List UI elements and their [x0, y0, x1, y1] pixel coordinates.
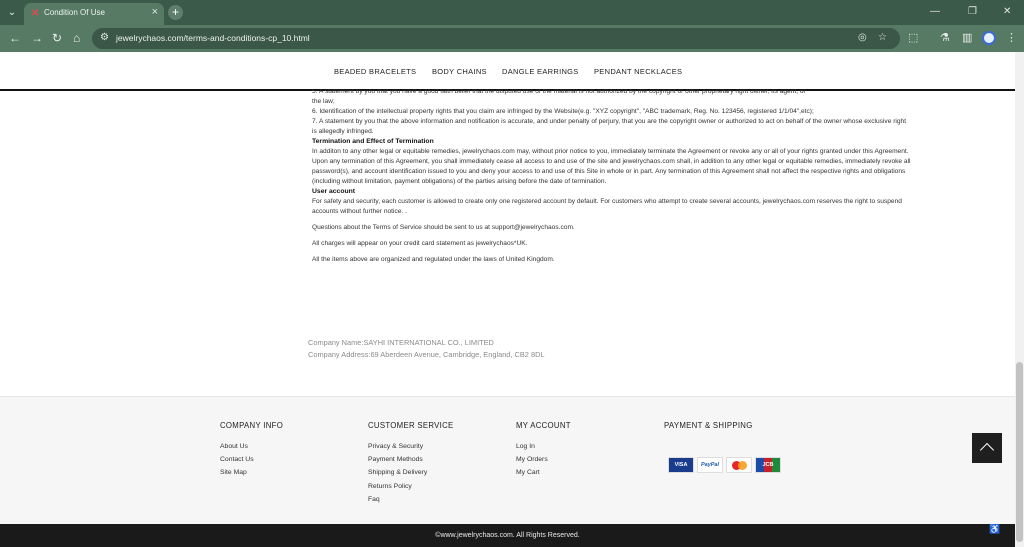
scrollbar-thumb[interactable]	[1016, 362, 1023, 542]
statement-line-end: the law;	[312, 98, 335, 105]
company-address: Company Address:69 Aberdeen Avenue, Camb…	[308, 350, 545, 359]
jcb-card-icon: JCB	[755, 457, 781, 473]
copyright-bar: ©www.jewelrychaos.com. All Rights Reserv…	[0, 524, 1015, 547]
nav-beaded-bracelets[interactable]: BEADED BRACELETS	[334, 67, 416, 76]
address-toolbar: ← → ↻ ⌂ ⚙ jewelrychaos.com/terms-and-con…	[0, 25, 1024, 52]
url-omnibox[interactable]: ⚙ jewelrychaos.com/terms-and-conditions-…	[92, 28, 900, 49]
terms-content: 5. A statement by you that you have a go…	[312, 89, 912, 265]
url-text[interactable]: jewelrychaos.com/terms-and-conditions-cp…	[116, 33, 310, 43]
page-viewport: BEADED BRACELETS BODY CHAINS DANGLE EARR…	[0, 52, 1015, 547]
questions-text: Questions about the Terms of Service sho…	[312, 224, 575, 231]
company-info-block: Company Name:SAYHI INTERNATIONAL CO., LI…	[308, 337, 545, 361]
visa-card-icon: VISA	[668, 457, 694, 473]
nav-pendant-necklaces[interactable]: PENDANT NECKLACES	[594, 67, 682, 76]
footer-link-privacy[interactable]: Privacy & Security	[368, 440, 454, 453]
user-account-body: For safety and security, each customer i…	[312, 198, 902, 215]
labs-icon[interactable]: ⚗	[940, 31, 950, 44]
terms-item-7: 7. A statement by you that the above inf…	[312, 118, 907, 135]
law-text: All the items above are organized and re…	[312, 256, 555, 263]
footer-link-faq[interactable]: Faq	[368, 493, 454, 506]
footer-link-my-cart[interactable]: My Cart	[516, 466, 571, 479]
eye-off-icon[interactable]: ◎	[858, 32, 867, 43]
home-icon[interactable]: ⌂	[73, 31, 80, 45]
footer-link-my-orders[interactable]: My Orders	[516, 453, 571, 466]
minimize-icon[interactable]: —	[930, 6, 940, 17]
new-tab-plus-icon[interactable]: +	[168, 5, 183, 20]
chevron-up-icon	[979, 442, 995, 458]
termination-body: In additon to any other legal or equitab…	[312, 148, 911, 185]
nav-dangle-earrings[interactable]: DANGLE EARRINGS	[502, 67, 579, 76]
paypal-card-icon: PayPal	[697, 457, 723, 473]
nav-body-chains[interactable]: BODY CHAINS	[432, 67, 487, 76]
termination-heading: Termination and Effect of Termination	[312, 138, 434, 145]
clipped-statement-line: 5. A statement by you that you have a go…	[312, 89, 806, 95]
tab-title: Condition Of Use	[44, 8, 105, 17]
footer-heading: MY ACCOUNT	[516, 421, 571, 430]
footer-heading: COMPANY INFO	[220, 421, 284, 430]
page-scrollbar[interactable]	[1015, 52, 1024, 547]
charges-text: All charges will appear on your credit c…	[312, 240, 528, 247]
close-window-icon[interactable]: ✕	[1003, 6, 1011, 17]
footer-link-about-us[interactable]: About Us	[220, 440, 283, 453]
site-navigation: BEADED BRACELETS BODY CHAINS DANGLE EARR…	[0, 52, 1015, 90]
footer-link-log-in[interactable]: Log In	[516, 440, 571, 453]
browser-tab[interactable]: ✕ Condition Of Use ×	[24, 3, 164, 25]
favicon-icon: ✕	[31, 8, 40, 19]
back-to-top-button[interactable]	[972, 433, 1002, 463]
footer-link-payment-methods[interactable]: Payment Methods	[368, 453, 454, 466]
tab-search-menu-icon[interactable]: ⌄	[3, 4, 21, 21]
site-footer: COMPANY INFO About Us Contact Us Site Ma…	[0, 396, 1015, 524]
footer-link-shipping[interactable]: Shipping & Delivery	[368, 466, 454, 479]
footer-link-contact-us[interactable]: Contact Us	[220, 453, 283, 466]
reload-icon[interactable]: ↻	[52, 31, 62, 45]
footer-heading: PAYMENT & SHIPPING	[664, 421, 753, 430]
forward-icon[interactable]: →	[31, 31, 43, 45]
mastercard-card-icon	[726, 457, 752, 473]
payment-cards: VISA PayPal JCB	[664, 457, 794, 475]
footer-my-account: MY ACCOUNT Log In My Orders My Cart	[516, 421, 571, 480]
site-settings-icon[interactable]: ⚙	[100, 32, 109, 43]
footer-link-returns[interactable]: Returns Policy	[368, 480, 454, 493]
browser-tab-bar: ⌄ ✕ Condition Of Use × + — ❐ ✕	[0, 0, 1024, 25]
footer-link-site-map[interactable]: Site Map	[220, 466, 283, 479]
restore-icon[interactable]: ❐	[968, 6, 977, 17]
extensions-icon[interactable]: ⬚	[908, 31, 918, 44]
footer-payment-shipping: PAYMENT & SHIPPING VISA PayPal JCB	[664, 421, 781, 473]
sidepanel-icon[interactable]: ▥	[962, 31, 972, 44]
company-name: Company Name:SAYHI INTERNATIONAL CO., LI…	[308, 338, 494, 347]
close-icon[interactable]: ×	[152, 6, 158, 18]
footer-heading: CUSTOMER SERVICE	[368, 421, 454, 430]
accessibility-icon[interactable]: ♿	[989, 524, 1000, 534]
star-icon[interactable]: ☆	[878, 32, 887, 43]
more-icon[interactable]: ⋮	[1006, 31, 1017, 44]
terms-item-6: 6. Identification of the intellectual pr…	[312, 108, 814, 115]
profile-icon[interactable]	[982, 31, 996, 45]
footer-customer-service: CUSTOMER SERVICE Privacy & Security Paym…	[368, 421, 454, 506]
footer-company-info: COMPANY INFO About Us Contact Us Site Ma…	[220, 421, 283, 480]
user-account-heading: User account	[312, 188, 356, 195]
back-icon[interactable]: ←	[9, 31, 21, 45]
